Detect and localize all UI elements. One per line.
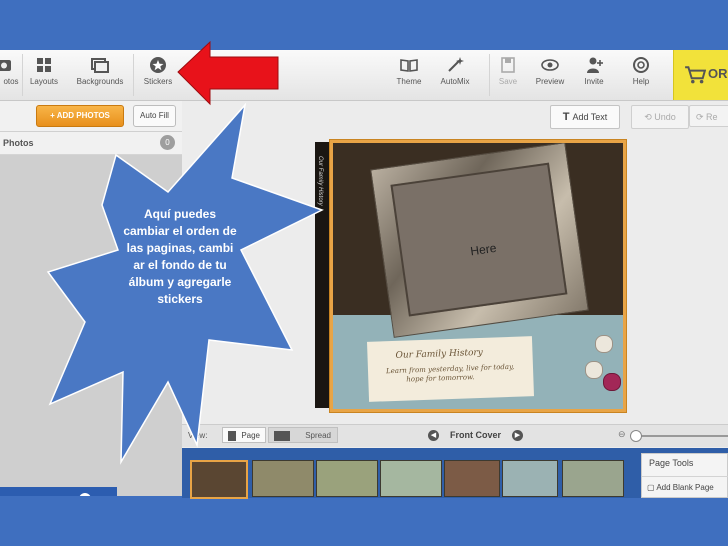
- cover-background: Our Family History Learn from yesterday,…: [333, 143, 623, 409]
- photo-placeholder-text: Here: [469, 240, 498, 259]
- album-front-cover[interactable]: Our Family History Learn from yesterday,…: [329, 139, 627, 413]
- photobook-editor: otos Layouts Backgrounds Stickers Theme …: [0, 50, 728, 496]
- star-badge-icon: [150, 57, 166, 73]
- redo-arrow-icon: ⟳: [696, 112, 707, 122]
- flower-embellishment[interactable]: [603, 373, 621, 391]
- magic-wand-icon: [448, 57, 464, 72]
- save-disk-icon: [501, 57, 515, 73]
- album-spine: Our Family History: [315, 142, 329, 408]
- current-page-label: Front Cover: [450, 430, 502, 440]
- theme-button-label: Theme: [396, 77, 422, 86]
- preview-button-label: Preview: [535, 77, 565, 86]
- journal-title: Our Family History: [395, 347, 483, 361]
- blank-page-icon: ▢: [647, 483, 657, 492]
- backgrounds-image-icon: [91, 58, 109, 73]
- order-button[interactable]: ORD: [673, 50, 728, 100]
- photos-count-badge: 0: [160, 135, 175, 150]
- next-page-icon[interactable]: ▶: [512, 430, 523, 441]
- sticker-tray: [0, 487, 117, 496]
- toolbar-divider: [489, 54, 490, 96]
- toolbar-divider: [22, 54, 23, 96]
- canvas-actions: T Add Text ⟲ Undo ⟳ Re: [182, 101, 728, 131]
- zoom-slider-track[interactable]: [640, 435, 728, 437]
- undo-label: Undo: [654, 112, 676, 122]
- photo-drop-area[interactable]: Here: [390, 162, 568, 317]
- add-text-button[interactable]: T Add Text: [550, 105, 620, 129]
- text-t-icon: T: [562, 111, 570, 123]
- invite-button-label: Invite: [584, 77, 604, 86]
- undo-button[interactable]: ⟲ Undo: [631, 105, 689, 129]
- page-view-label: Page: [241, 431, 260, 440]
- order-button-label: ORD: [708, 66, 728, 81]
- zoom-slider-handle[interactable]: [630, 430, 642, 442]
- shopping-cart-icon: [685, 66, 706, 84]
- camera-icon: [0, 60, 11, 71]
- button-embellishment[interactable]: [585, 361, 603, 379]
- page-navigation-bar: View: Page Spread ◀ Front Cover ▶ ⊖: [182, 424, 728, 447]
- journal-quote: Learn from yesterday, live for today, ho…: [386, 363, 515, 385]
- layouts-grid-icon: [37, 58, 51, 72]
- page-icon: [228, 431, 236, 441]
- page-view-button[interactable]: Page: [222, 427, 266, 443]
- spread-icon: [274, 431, 290, 441]
- view-label: View:: [188, 431, 208, 440]
- page-thumbnail[interactable]: [502, 460, 558, 497]
- toolbar-divider: [133, 54, 134, 96]
- redo-label: Re: [706, 112, 718, 122]
- previous-page-icon[interactable]: ◀: [428, 430, 439, 441]
- lifebuoy-icon: [633, 57, 649, 73]
- journal-note[interactable]: Our Family History Learn from yesterday,…: [367, 336, 534, 402]
- stickers-tab-label: Stickers: [143, 77, 173, 86]
- backgrounds-tab[interactable]: Backgrounds: [72, 50, 128, 100]
- page-thumbnail[interactable]: [444, 460, 500, 497]
- spread-view-label: Spread: [305, 431, 331, 440]
- photos-panel-header: Photos 0: [0, 132, 182, 155]
- page-tools-panel: Page Tools ▢ Add Blank Page: [641, 453, 728, 498]
- save-button-label: Save: [498, 77, 518, 86]
- page-thumbnail[interactable]: [252, 460, 314, 497]
- automix-button[interactable]: AutoMix: [436, 50, 474, 100]
- theme-button[interactable]: Theme: [393, 50, 425, 100]
- add-blank-page-label: Add Blank Page: [656, 483, 714, 492]
- callout-text: Aquí puedes cambiar el orden de las pagi…: [123, 207, 237, 306]
- automix-button-label: AutoMix: [440, 77, 470, 86]
- preview-button[interactable]: Preview: [531, 50, 569, 100]
- main-toolbar: otos Layouts Backgrounds Stickers Theme …: [0, 50, 728, 101]
- photos-panel-actions: + ADD PHOTOS Auto Fill: [0, 101, 182, 132]
- stickers-tab[interactable]: Stickers: [138, 50, 178, 100]
- add-text-label: Add Text: [572, 112, 608, 122]
- page-thumbnail[interactable]: [316, 460, 378, 497]
- add-photos-button[interactable]: + ADD PHOTOS: [36, 105, 124, 127]
- undo-arrow-icon: ⟲: [644, 112, 655, 122]
- layouts-tab-label: Layouts: [29, 77, 59, 86]
- add-blank-page-button[interactable]: ▢ Add Blank Page: [647, 483, 714, 492]
- spread-view-button[interactable]: Spread: [268, 427, 338, 443]
- photos-tab-label: otos: [3, 77, 19, 86]
- page-tools-divider: [642, 476, 728, 477]
- spine-text: Our Family History: [317, 156, 323, 206]
- eye-icon: [541, 59, 559, 71]
- photo-frame[interactable]: Here: [370, 143, 589, 338]
- layouts-tab[interactable]: Layouts: [24, 50, 64, 100]
- sticker-thumbnails: [65, 493, 101, 496]
- help-button[interactable]: Help: [625, 50, 657, 100]
- photos-tab[interactable]: otos: [0, 50, 22, 100]
- backgrounds-tab-label: Backgrounds: [76, 77, 124, 86]
- help-button-label: Help: [632, 77, 650, 86]
- zoom-out-icon[interactable]: ⊖: [618, 429, 626, 440]
- book-icon: [400, 59, 418, 72]
- bee-sticker-icon[interactable]: [65, 493, 101, 496]
- page-thumbnail[interactable]: [380, 460, 442, 497]
- invite-button[interactable]: Invite: [578, 50, 610, 100]
- redo-button[interactable]: ⟳ Re: [689, 105, 728, 127]
- save-button[interactable]: Save: [494, 50, 522, 100]
- add-person-icon: [587, 57, 603, 73]
- page-thumbnail[interactable]: [190, 460, 248, 499]
- photos-header-label: Photos: [3, 138, 34, 148]
- page-tools-title: Page Tools: [649, 458, 694, 468]
- page-thumbnail[interactable]: [562, 460, 624, 497]
- button-embellishment[interactable]: [595, 335, 613, 353]
- auto-fill-button[interactable]: Auto Fill: [133, 105, 176, 127]
